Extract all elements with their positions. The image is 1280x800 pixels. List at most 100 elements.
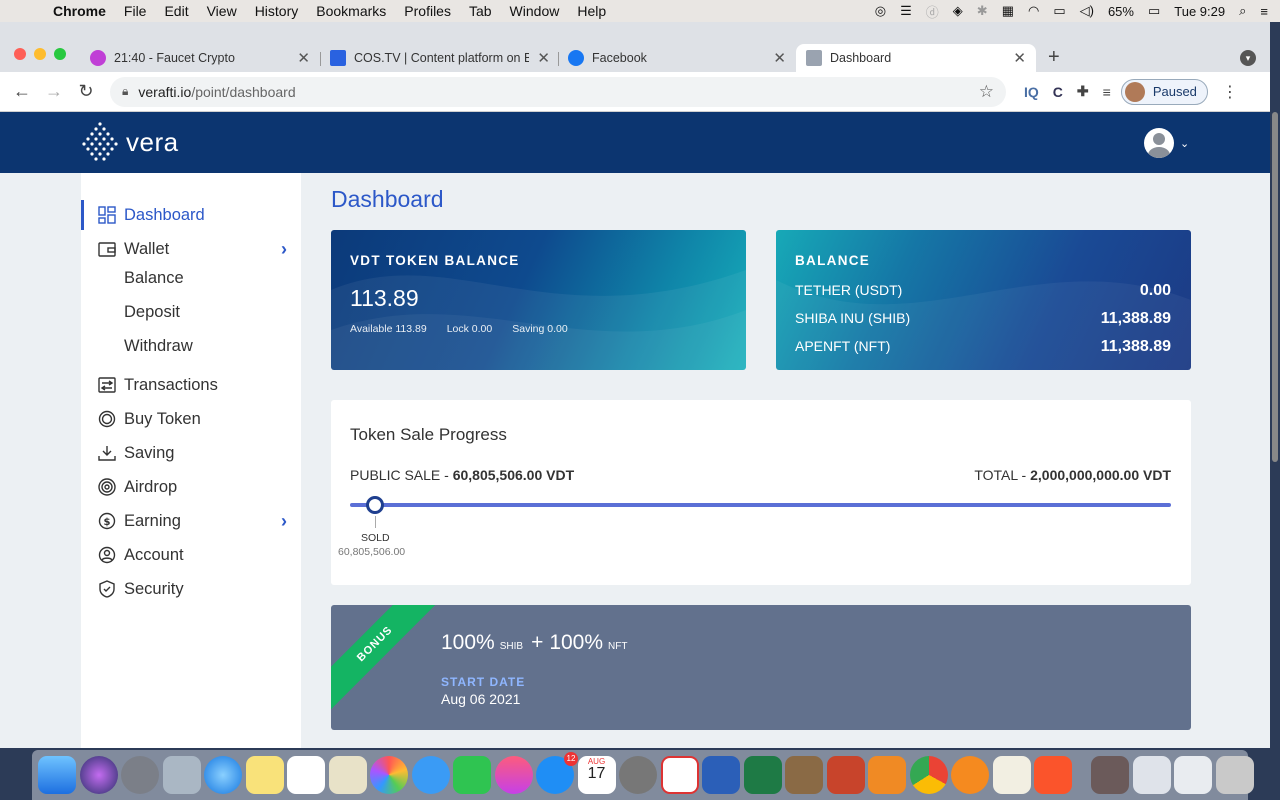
sidebar-item-balance[interactable]: Balance	[81, 263, 301, 293]
battery-percent[interactable]: 65%	[1108, 4, 1134, 19]
page-scrollbar[interactable]	[1270, 112, 1280, 748]
address-bar[interactable]: 🔒︎ verafti.io/point/dashboard ☆	[110, 76, 1006, 107]
airplay-icon[interactable]: ▭	[1053, 3, 1065, 19]
close-window-button[interactable]	[14, 48, 26, 60]
sidebar-item-deposit[interactable]: Deposit	[81, 297, 301, 327]
zoom-window-button[interactable]	[54, 48, 66, 60]
sold-label: SOLD	[361, 532, 390, 544]
menu-help[interactable]: Help	[568, 3, 615, 19]
stack-icon[interactable]: ☰	[900, 3, 912, 19]
tab-facebook[interactable]: Facebook ✕	[558, 44, 796, 72]
menu-profiles[interactable]: Profiles	[395, 3, 460, 19]
reading-list-icon[interactable]: ≡	[1103, 84, 1111, 100]
bluetooth-icon[interactable]: ✱	[977, 3, 988, 19]
sidebar-item-saving[interactable]: Saving	[81, 438, 301, 468]
powerpoint-icon[interactable]	[826, 756, 865, 794]
battery-icon[interactable]: ▭	[1148, 3, 1160, 19]
bookmark-star-icon[interactable]: ☆	[979, 82, 994, 102]
safari-icon[interactable]	[204, 756, 242, 794]
transactions-icon	[98, 377, 116, 393]
music-icon[interactable]	[494, 756, 533, 794]
app-store-icon[interactable]: 12	[536, 752, 578, 794]
close-tab-icon[interactable]: ✕	[773, 49, 786, 67]
sidebar-item-wallet[interactable]: Wallet ›	[81, 234, 301, 264]
excel-icon[interactable]	[743, 756, 782, 794]
sidebar-item-withdraw[interactable]: Withdraw	[81, 331, 301, 361]
menu-window[interactable]: Window	[501, 3, 569, 19]
preview-photos-icon[interactable]	[328, 756, 367, 794]
forward-icon[interactable]: →	[38, 81, 70, 102]
url-host: verafti.io	[138, 83, 192, 100]
menu-file[interactable]: File	[115, 3, 156, 19]
reload-icon[interactable]: ↻	[70, 81, 102, 102]
brave-icon[interactable]	[1034, 756, 1072, 794]
wifi-icon[interactable]: ◠	[1028, 3, 1039, 19]
word-icon[interactable]	[702, 756, 740, 794]
system-preferences-icon[interactable]	[619, 756, 657, 794]
calendar-icon[interactable]: AUG 17	[577, 756, 616, 794]
sidebar-item-label: Earning	[124, 511, 181, 530]
books-icon[interactable]	[868, 756, 906, 794]
lock-icon[interactable]: 🔒︎	[122, 84, 128, 99]
vera-logo[interactable]: vera	[80, 120, 179, 164]
extensions-area: IQ C ✚ ≡	[1024, 83, 1111, 100]
dashlane-icon[interactable]: ⓓ	[926, 2, 939, 21]
new-tab-icon[interactable]: +	[1048, 46, 1060, 69]
tab-search-icon[interactable]: ▾	[1240, 50, 1256, 66]
notes-icon[interactable]	[245, 756, 284, 794]
tab-costv[interactable]: COS.TV | Content platform on B ✕	[320, 44, 560, 72]
recent-window-icon[interactable]	[1132, 756, 1171, 794]
sidebar-item-airdrop[interactable]: Airdrop	[81, 472, 301, 502]
creative-cloud-icon[interactable]: ◎	[875, 3, 886, 19]
keyboard-icon[interactable]: ▦	[1002, 3, 1014, 19]
spotlight-icon[interactable]: ⌕	[1239, 3, 1246, 19]
sidebar-item-transactions[interactable]: Transactions	[81, 370, 301, 400]
sidebar-item-security[interactable]: Security	[81, 574, 301, 604]
coin-app-icon[interactable]	[951, 756, 989, 794]
recent-document-icon[interactable]	[1091, 756, 1129, 794]
sidebar-item-earning[interactable]: $ Earning ›	[81, 506, 301, 536]
sidebar-item-label: Airdrop	[124, 477, 178, 496]
scrollbar-thumb[interactable]	[1272, 112, 1278, 462]
menu-app-name[interactable]: Chrome	[44, 3, 115, 19]
c-extension-icon[interactable]: C	[1053, 84, 1063, 100]
tab-dashboard[interactable]: Dashboard ✕	[796, 44, 1036, 72]
recent-screenshot-icon[interactable]	[1174, 756, 1212, 794]
chrome-icon[interactable]	[909, 756, 948, 794]
close-tab-icon[interactable]: ✕	[537, 49, 550, 67]
clock[interactable]: Tue 9:29	[1174, 4, 1225, 19]
close-tab-icon[interactable]: ✕	[1013, 49, 1026, 67]
profile-button[interactable]: Paused	[1120, 78, 1208, 105]
facetime-icon[interactable]	[453, 756, 491, 794]
menu-edit[interactable]: Edit	[155, 3, 197, 19]
launchpad-icon[interactable]	[121, 756, 159, 794]
layers-icon[interactable]: ◈	[953, 3, 963, 19]
menu-history[interactable]: History	[246, 3, 308, 19]
menu-view[interactable]: View	[198, 3, 246, 19]
volume-icon[interactable]: ◁)	[1080, 3, 1094, 19]
minimize-window-button[interactable]	[34, 48, 46, 60]
acrobat-icon[interactable]	[660, 756, 699, 794]
textedit-icon[interactable]	[992, 756, 1031, 794]
tab-faucet-crypto[interactable]: 21:40 - Faucet Crypto ✕	[80, 44, 320, 72]
notification-center-icon[interactable]: ≡	[1260, 4, 1268, 19]
photos-icon[interactable]	[370, 756, 408, 794]
contacts-icon[interactable]	[785, 756, 823, 794]
close-tab-icon[interactable]: ✕	[297, 49, 310, 67]
chrome-menu-icon[interactable]: ⋮	[1222, 82, 1238, 102]
back-icon[interactable]: ←	[6, 81, 38, 102]
finder-icon[interactable]	[38, 756, 76, 794]
iq-extension-icon[interactable]: IQ	[1024, 84, 1039, 100]
reminders-icon[interactable]	[287, 756, 325, 794]
sidebar-item-buy-token[interactable]: Buy Token	[81, 404, 301, 434]
puzzle-extension-icon[interactable]: ✚	[1077, 83, 1089, 100]
sidebar-item-dashboard[interactable]: Dashboard	[81, 200, 301, 230]
preview-icon[interactable]	[162, 756, 201, 794]
messages-icon[interactable]	[411, 756, 450, 794]
menu-bookmarks[interactable]: Bookmarks	[307, 3, 395, 19]
siri-icon[interactable]	[79, 756, 118, 794]
menu-tab[interactable]: Tab	[460, 3, 501, 19]
user-menu[interactable]: ⌄	[1144, 128, 1189, 158]
trash-icon[interactable]	[1215, 756, 1254, 794]
sidebar-item-account[interactable]: Account	[81, 540, 301, 570]
